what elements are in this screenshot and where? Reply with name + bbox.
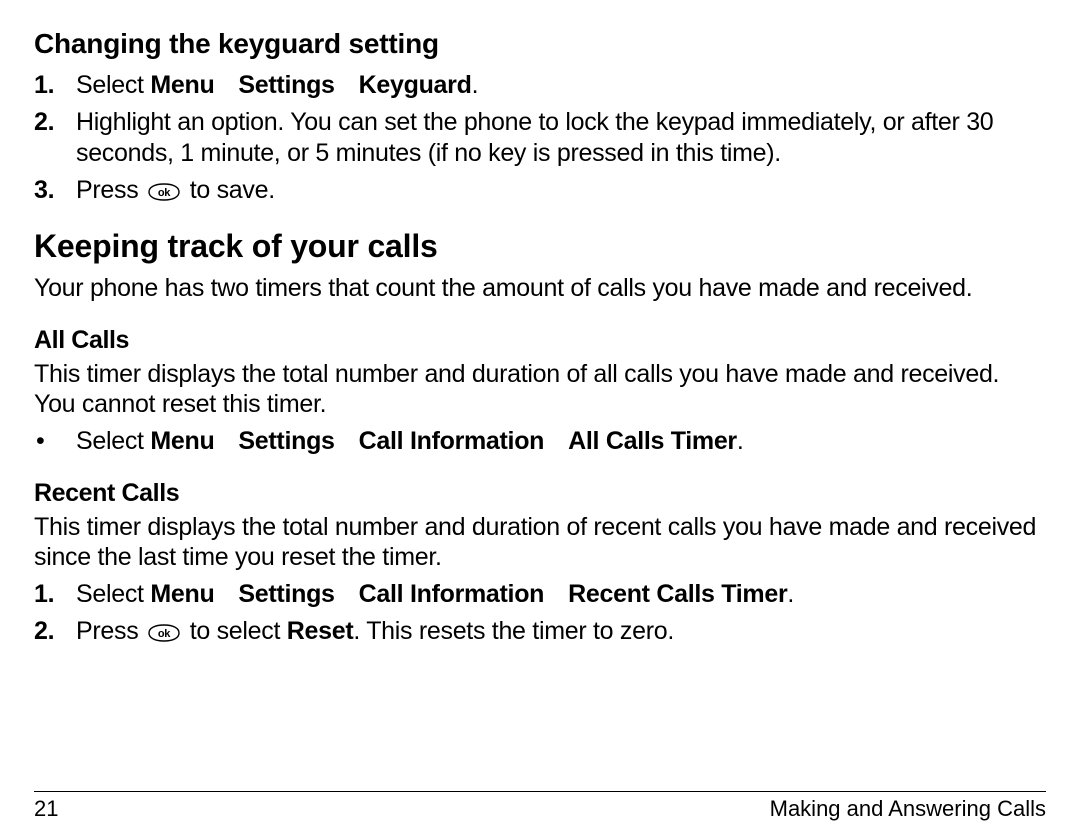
step-2: 2. Press ok to select Reset. This resets… bbox=[34, 616, 1046, 647]
step-num: 1. bbox=[34, 70, 54, 101]
ok-button-icon: ok bbox=[147, 182, 181, 202]
body-allcalls: This timer displays the total number and… bbox=[34, 359, 1046, 420]
step-num: 2. bbox=[34, 616, 54, 647]
heading-calls: Keeping track of your calls bbox=[34, 228, 1046, 265]
ok-button-icon: ok bbox=[147, 623, 181, 643]
svg-text:ok: ok bbox=[158, 628, 171, 640]
heading-allcalls: All Calls bbox=[34, 326, 1046, 355]
svg-text:ok: ok bbox=[158, 187, 171, 199]
step-text: Press ok to select Reset. This resets th… bbox=[76, 617, 674, 645]
steps-recent: 1. Select MenuSettingsCall InformationRe… bbox=[34, 579, 1046, 647]
bullets-allcalls: Select MenuSettingsCall InformationAll C… bbox=[34, 426, 1046, 457]
page-footer: 21 Making and Answering Calls bbox=[34, 791, 1046, 822]
step-1: 1. Select MenuSettingsCall InformationRe… bbox=[34, 579, 1046, 610]
step-text: Select MenuSettingsCall InformationRecen… bbox=[76, 580, 794, 608]
step-num: 1. bbox=[34, 579, 54, 610]
heading-recent: Recent Calls bbox=[34, 479, 1046, 508]
step-num: 2. bbox=[34, 107, 54, 138]
page-number: 21 bbox=[34, 796, 58, 822]
step-2: 2. Highlight an option. You can set the … bbox=[34, 107, 1046, 169]
step-num: 3. bbox=[34, 175, 54, 206]
step-3: 3. Press ok to save. bbox=[34, 175, 1046, 206]
steps-keyguard: 1. Select MenuSettingsKeyguard. 2. Highl… bbox=[34, 70, 1046, 206]
step-text: Highlight an option. You can set the pho… bbox=[76, 108, 993, 167]
step-text: Select MenuSettingsKeyguard. bbox=[76, 71, 478, 99]
step-text: Press ok to save. bbox=[76, 176, 275, 204]
heading-keyguard: Changing the keyguard setting bbox=[34, 28, 1046, 60]
bullet-allcalls: Select MenuSettingsCall InformationAll C… bbox=[34, 426, 1046, 457]
intro-calls: Your phone has two timers that count the… bbox=[34, 273, 1046, 304]
body-recent: This timer displays the total number and… bbox=[34, 512, 1046, 573]
chapter-label: Making and Answering Calls bbox=[770, 796, 1046, 822]
step-1: 1. Select MenuSettingsKeyguard. bbox=[34, 70, 1046, 101]
